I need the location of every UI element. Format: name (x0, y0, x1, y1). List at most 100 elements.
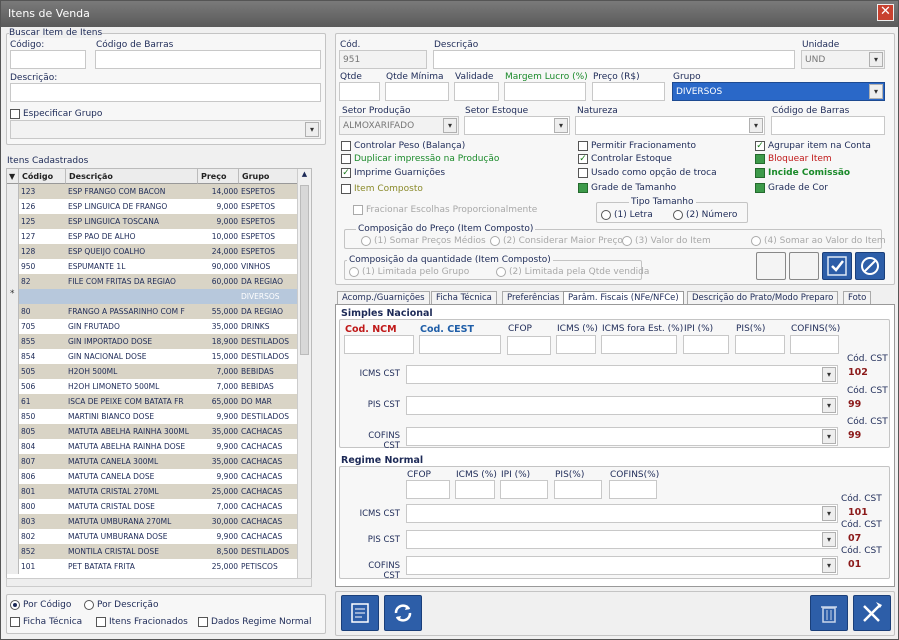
tab-descricao-prato[interactable]: Descrição do Prato/Modo Preparo (687, 291, 839, 305)
search-codigo-input[interactable] (10, 50, 86, 69)
row-indicator[interactable] (7, 214, 19, 229)
regime-icms-cst-select[interactable]: ▾ (406, 504, 838, 523)
table-row[interactable]: 61 ISCA DE PEIXE COM BATATA FR 65,000 DO MA… (7, 394, 311, 409)
table-row[interactable]: 806 MATUTA CANELA DOSE 9,900 CACHACAS (7, 469, 311, 484)
unidade-select[interactable]: UND ▾ (801, 50, 885, 69)
permitir-fracionamento-checkbox[interactable] (578, 141, 588, 151)
regime-cofins-input[interactable] (609, 480, 657, 499)
row-indicator[interactable] (7, 514, 19, 529)
comp-preco-opt3-radio[interactable] (622, 236, 632, 246)
row-indicator[interactable] (7, 319, 19, 334)
ficha-tecnica-checkbox[interactable] (10, 617, 20, 627)
cest-input[interactable] (419, 335, 501, 354)
col-grupo-header[interactable]: Grupo (239, 169, 299, 184)
setor-prod-select[interactable]: ALMOXARIFADO ▾ (339, 116, 459, 135)
col-preco-header[interactable]: Preço (198, 169, 239, 184)
row-indicator[interactable] (7, 304, 19, 319)
refresh-button[interactable] (384, 595, 422, 631)
regime-cfop-input[interactable] (406, 480, 450, 499)
table-row[interactable]: 854 GIN NACIONAL DOSE 15,000 DESTILADOS (7, 349, 311, 364)
icms-fora-input[interactable] (601, 335, 677, 354)
duplicar-checkbox[interactable] (341, 154, 351, 164)
row-indicator[interactable] (7, 484, 19, 499)
tipo-letra-radio[interactable] (601, 210, 611, 220)
itens-fracionados-checkbox[interactable] (96, 617, 106, 627)
preco-input[interactable] (592, 82, 665, 101)
row-indicator[interactable] (7, 364, 19, 379)
agrupar-checkbox[interactable]: ✓ (755, 141, 765, 151)
table-row[interactable]: 950 ESPUMANTE 1L 90,000 VINHOS (7, 259, 311, 274)
table-row[interactable]: 101 PET BATATA FRITA 25,000 PETISCOS (7, 559, 311, 574)
table-row[interactable]: 125 ESP LINGUICA TOSCANA 9,000 ESPETOS (7, 214, 311, 229)
cancel-button[interactable] (855, 252, 885, 280)
cofins-input[interactable] (790, 335, 839, 354)
controlar-peso-checkbox[interactable] (341, 141, 351, 151)
table-row[interactable]: 80 FRANGO A PASSARINHO COM F 55,000 DA REGI… (7, 304, 311, 319)
table-row[interactable]: 855 GIN IMPORTADO DOSE 18,900 DESTILADOS (7, 334, 311, 349)
search-barcode-input[interactable] (95, 50, 321, 69)
qtde-min-input[interactable] (385, 82, 449, 101)
ipi-input[interactable] (683, 335, 729, 354)
grade-cor-checkbox[interactable] (755, 183, 765, 193)
regime-pis-cst-select[interactable]: ▾ (406, 530, 838, 549)
row-indicator[interactable] (7, 379, 19, 394)
blank-button-1[interactable] (756, 252, 786, 280)
regime-cofins-cst-select[interactable]: ▾ (406, 556, 838, 575)
tab-foto[interactable]: Foto (843, 291, 872, 305)
controlar-estoque-checkbox[interactable]: ✓ (578, 154, 588, 164)
row-indicator[interactable] (7, 394, 19, 409)
table-row[interactable]: 505 H2OH 500ML 7,000 BEBIDAS (7, 364, 311, 379)
row-indicator[interactable] (7, 244, 19, 259)
regime-ipi-input[interactable] (500, 480, 548, 499)
icms-cst-select[interactable]: ▾ (406, 365, 838, 384)
cfop-input[interactable] (507, 336, 551, 355)
pis-cst-select[interactable]: ▾ (406, 396, 838, 415)
confirm-button[interactable] (822, 252, 852, 280)
table-row[interactable]: 126 ESP LINGUICA DE FRANGO 9,000 ESPETOS (7, 199, 311, 214)
row-indicator[interactable] (7, 184, 19, 199)
setor-est-select[interactable]: ▾ (464, 116, 570, 135)
grid-hscrollbar[interactable] (6, 578, 312, 587)
tipo-numero-radio[interactable] (673, 210, 683, 220)
comp-qtde-opt1-radio[interactable] (349, 267, 359, 277)
descricao-item-input[interactable] (433, 50, 795, 69)
table-row[interactable]: 850 MARTINI BIANCO DOSE 9,900 DESTILADOS (7, 409, 311, 424)
col-codigo-header[interactable]: Código (19, 169, 66, 184)
table-row[interactable]: 123 ESP FRANGO COM BACON 14,000 ESPETOS (7, 184, 311, 199)
delete-button[interactable] (810, 595, 848, 631)
regime-pis-input[interactable] (554, 480, 602, 499)
row-indicator[interactable] (7, 544, 19, 559)
grupo-filter-select[interactable]: ▾ (10, 120, 321, 139)
row-indicator[interactable] (7, 259, 19, 274)
row-indicator[interactable] (7, 349, 19, 364)
table-row[interactable]: 128 ESP QUEIJO COALHO 24,000 ESPETOS (7, 244, 311, 259)
table-row[interactable]: 803 MATUTA UMBURANA 270ML 30,000 CACHACAS (7, 514, 311, 529)
items-grid[interactable]: ▼ Código Descrição Preço Grupo 123 ESP FR… (6, 168, 312, 586)
table-row[interactable]: 705 GIN FRUTADO 35,000 DRINKS (7, 319, 311, 334)
row-indicator[interactable] (7, 469, 19, 484)
grid-scrollbar[interactable]: ▲ (297, 169, 311, 585)
por-codigo-radio[interactable] (10, 600, 20, 610)
table-row[interactable]: 804 MATUTA ABELHA RAINHA DOSE 9,900 CACHACA… (7, 439, 311, 454)
comp-preco-opt1-radio[interactable] (361, 236, 371, 246)
barcode-item-input[interactable] (771, 116, 885, 135)
comp-preco-opt2-radio[interactable] (490, 236, 500, 246)
row-indicator[interactable]: * (7, 289, 19, 304)
tab-parametros-fiscais[interactable]: Parâm. Fiscais (NFe/NFCe) (563, 291, 684, 305)
row-indicator[interactable] (7, 229, 19, 244)
natureza-select[interactable]: ▾ (575, 116, 765, 135)
tab-preferencias[interactable]: Preferências (502, 291, 565, 305)
row-indicator[interactable] (7, 559, 19, 574)
close-tools-button[interactable] (853, 595, 891, 631)
icms-input[interactable] (556, 335, 596, 354)
row-indicator[interactable] (7, 529, 19, 544)
validade-input[interactable] (454, 82, 499, 101)
especificar-grupo-checkbox[interactable] (10, 109, 20, 119)
qtde-input[interactable] (339, 82, 380, 101)
table-row[interactable]: 805 MATUTA ABELHA RAINHA 300ML 35,000 CACHA… (7, 424, 311, 439)
row-indicator[interactable] (7, 199, 19, 214)
table-row[interactable]: 802 MATUTA UMBURANA DOSE 9,900 CACHACAS (7, 529, 311, 544)
regime-icms-input[interactable] (455, 480, 495, 499)
table-row[interactable]: 506 H2OH LIMONETO 500ML 7,000 BEBIDAS (7, 379, 311, 394)
imprime-guarnicoes-checkbox[interactable]: ✓ (341, 168, 351, 178)
